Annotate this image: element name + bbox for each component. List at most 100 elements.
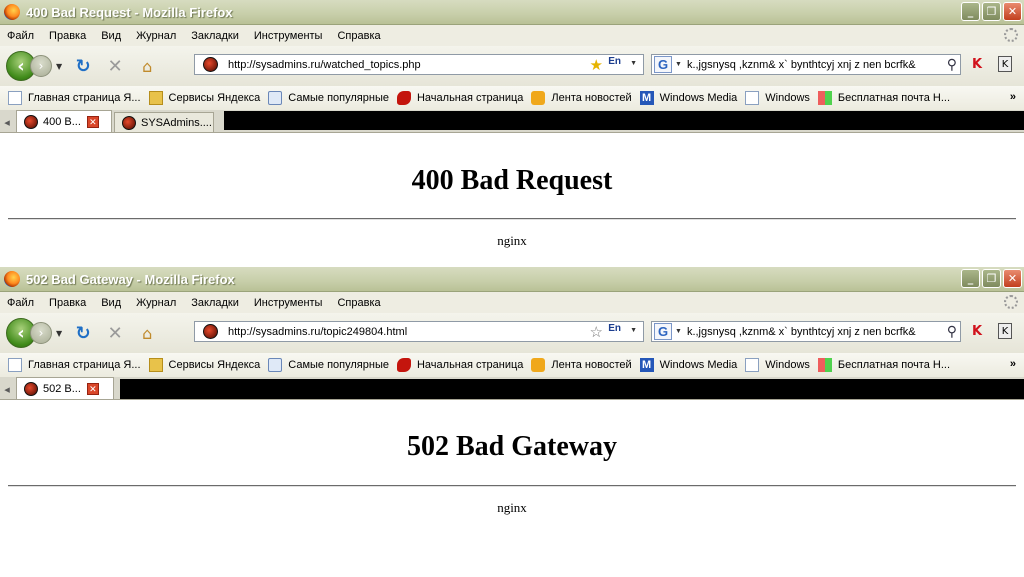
title-bar[interactable]: 400 Bad Request - Mozilla Firefox _ ❐ ✕ — [0, 0, 1024, 25]
bookmark-item[interactable]: Windows — [745, 91, 810, 105]
url-bar[interactable]: http://sysadmins.ru/watched_topics.php ★… — [194, 54, 644, 75]
divider — [8, 218, 1016, 220]
url-text[interactable]: http://sysadmins.ru/watched_topics.php — [228, 59, 421, 71]
language-indicator: En — [608, 323, 621, 334]
throbber-icon — [1004, 295, 1018, 309]
tab-scroll-left-icon[interactable]: ◂ — [0, 379, 14, 399]
tab-scroll-left-icon[interactable]: ◂ — [0, 112, 14, 132]
title-bar[interactable]: 502 Bad Gateway - Mozilla Firefox _ ❐ ✕ — [0, 267, 1024, 292]
search-text[interactable]: k.,jgsnysq ,kznm& x` bynthtcyj xnj z nen… — [687, 326, 942, 338]
bookmark-item[interactable]: Самые популярные — [268, 358, 389, 372]
navigation-toolbar: ‹ › ▼ ↻ ✕ ⌂ http://sysadmins.ru/watched_… — [0, 46, 1024, 86]
bookmark-item[interactable]: Лента новостей — [531, 358, 632, 372]
page-heading: 502 Bad Gateway — [407, 431, 617, 462]
kaspersky-icon[interactable]: K — [972, 324, 982, 339]
menu-tools[interactable]: Инструменты — [254, 30, 323, 42]
magnifier-icon[interactable]: ⚲ — [947, 323, 957, 340]
tab-favicon-icon — [24, 114, 38, 129]
bookmarks-toolbar: Главная страница Я... Сервисы Яндекса Са… — [0, 86, 1024, 110]
minimize-button[interactable]: _ — [961, 269, 980, 288]
bookmark-item[interactable]: M Windows Media — [639, 358, 737, 372]
menu-help[interactable]: Справка — [337, 30, 380, 42]
url-text[interactable]: http://sysadmins.ru/topic249804.html — [228, 326, 407, 338]
bookmark-item[interactable]: Windows — [745, 358, 810, 372]
maximize-button[interactable]: ❐ — [982, 2, 1001, 21]
kaspersky-icon[interactable]: K — [972, 57, 982, 72]
url-bar[interactable]: http://sysadmins.ru/topic249804.html ☆ E… — [194, 321, 644, 342]
window-title: 502 Bad Gateway - Mozilla Firefox — [26, 271, 235, 287]
url-dropdown-icon[interactable]: ▼ — [630, 60, 637, 67]
forward-arrow-icon[interactable]: › — [30, 55, 52, 77]
chevron-double-right-icon[interactable]: » — [1010, 358, 1016, 370]
tab-favicon-icon — [122, 115, 136, 130]
star-icon[interactable]: ★ — [590, 56, 603, 74]
menu-bookmarks[interactable]: Закладки — [191, 297, 239, 309]
folder-icon — [148, 91, 163, 105]
home-icon[interactable]: ⌂ — [136, 322, 158, 344]
close-tab-icon[interactable]: ✕ — [86, 382, 99, 395]
search-bar[interactable]: G ▼ k.,jgsnysq ,kznm& x` bynthtcyj xnj z… — [651, 54, 961, 75]
tab-favicon-icon — [24, 381, 38, 396]
bookmark-item[interactable]: M Windows Media — [639, 91, 737, 105]
language-indicator: En — [608, 56, 621, 67]
home-icon[interactable]: ⌂ — [136, 55, 158, 77]
menu-tools[interactable]: Инструменты — [254, 297, 323, 309]
bookmark-item[interactable]: Главная страница Я... — [8, 358, 141, 372]
menu-edit[interactable]: Правка — [49, 297, 86, 309]
forward-arrow-icon[interactable]: › — [30, 322, 52, 344]
search-text[interactable]: k.,jgsnysq ,kznm& x` bynthtcyj xnj z nen… — [687, 59, 942, 71]
close-tab-icon[interactable]: ✕ — [86, 115, 99, 128]
kaspersky-panel-icon[interactable]: K — [998, 323, 1012, 339]
menu-bookmarks[interactable]: Закладки — [191, 30, 239, 42]
bookmark-item[interactable]: Бесплатная почта Н... — [817, 358, 950, 372]
redacted-area — [120, 379, 1024, 399]
chevron-double-right-icon[interactable]: » — [1010, 91, 1016, 103]
google-engine-icon[interactable]: G — [654, 323, 672, 340]
minimize-button[interactable]: _ — [961, 2, 980, 21]
page-icon — [745, 358, 760, 372]
close-button[interactable]: ✕ — [1003, 269, 1022, 288]
history-dropdown-icon[interactable]: ▼ — [56, 62, 62, 71]
bookmark-item[interactable]: Самые популярные — [268, 91, 389, 105]
close-button[interactable]: ✕ — [1003, 2, 1022, 21]
divider — [8, 485, 1016, 487]
search-engine-dropdown-icon[interactable]: ▼ — [675, 61, 682, 68]
red-star-icon — [396, 358, 411, 372]
menu-help[interactable]: Справка — [337, 297, 380, 309]
menu-view[interactable]: Вид — [101, 297, 121, 309]
search-bar[interactable]: G ▼ k.,jgsnysq ,kznm& x` bynthtcyj xnj z… — [651, 321, 961, 342]
menu-view[interactable]: Вид — [101, 30, 121, 42]
bookmark-item[interactable]: Сервисы Яндекса — [148, 358, 260, 372]
history-dropdown-icon[interactable]: ▼ — [56, 329, 62, 338]
url-dropdown-icon[interactable]: ▼ — [630, 327, 637, 334]
bookmark-item[interactable]: Бесплатная почта Н... — [817, 91, 950, 105]
site-favicon-icon — [203, 324, 218, 339]
menu-file[interactable]: Файл — [7, 30, 34, 42]
menu-history[interactable]: Журнал — [136, 30, 176, 42]
menu-history[interactable]: Журнал — [136, 297, 176, 309]
maximize-button[interactable]: ❐ — [982, 269, 1001, 288]
tab-bar: ◂ 400 B... ✕ SYSAdmins.... — [0, 110, 1024, 133]
star-icon[interactable]: ☆ — [590, 323, 603, 341]
bookmark-item[interactable]: Сервисы Яндекса — [148, 91, 260, 105]
bookmark-item[interactable]: Главная страница Я... — [8, 91, 141, 105]
tab-active[interactable]: 502 B... ✕ — [16, 377, 114, 399]
menu-file[interactable]: Файл — [7, 297, 34, 309]
bookmark-item[interactable]: Начальная страница — [396, 358, 523, 372]
menu-edit[interactable]: Правка — [49, 30, 86, 42]
bookmark-item[interactable]: Лента новостей — [531, 91, 632, 105]
reload-icon[interactable]: ↻ — [72, 55, 94, 77]
tab[interactable]: SYSAdmins.... — [114, 112, 214, 132]
menu-bar: Файл Правка Вид Журнал Закладки Инструме… — [0, 25, 1024, 46]
reload-icon[interactable]: ↻ — [72, 322, 94, 344]
google-engine-icon[interactable]: G — [654, 56, 672, 73]
stop-icon[interactable]: ✕ — [104, 322, 126, 344]
bookmark-item[interactable]: Начальная страница — [396, 91, 523, 105]
tab-label: SYSAdmins.... — [141, 116, 212, 129]
search-engine-dropdown-icon[interactable]: ▼ — [675, 328, 682, 335]
kaspersky-panel-icon[interactable]: K — [998, 56, 1012, 72]
magnifier-icon[interactable]: ⚲ — [947, 56, 957, 73]
tab-active[interactable]: 400 B... ✕ — [16, 110, 112, 132]
windows-media-icon: M — [639, 358, 654, 372]
stop-icon[interactable]: ✕ — [104, 55, 126, 77]
